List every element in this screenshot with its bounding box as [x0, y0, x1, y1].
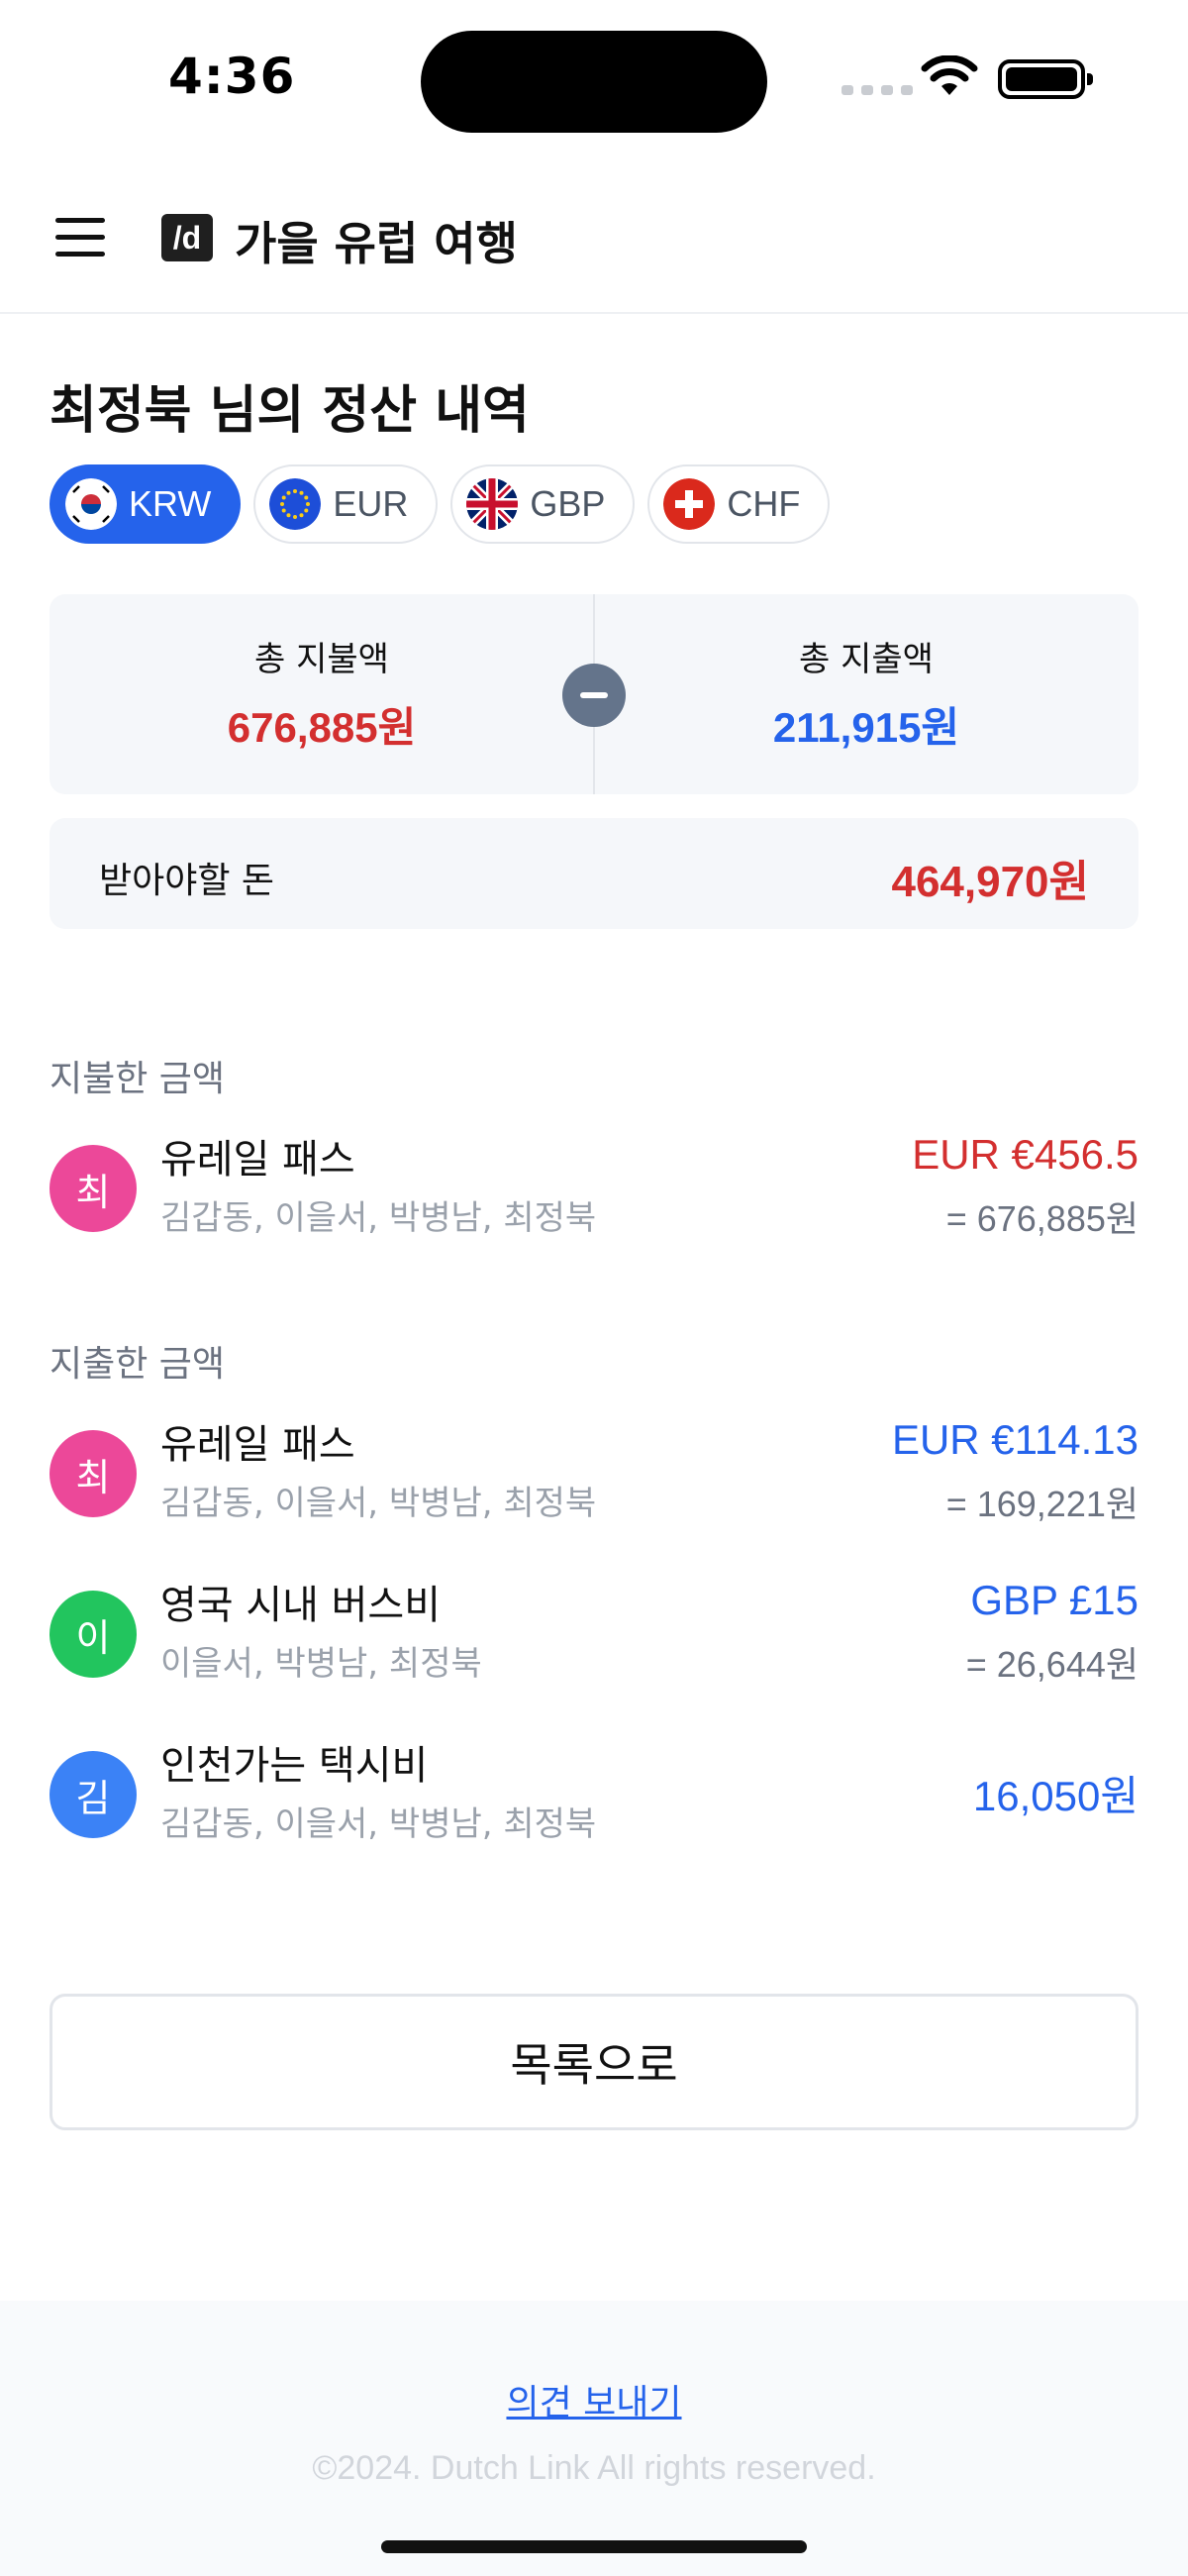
status-bar: 4:36: [0, 0, 1188, 158]
total-spent: 총 지출액 211,915원: [594, 632, 1138, 755]
footer: 의견 보내기 ©2024. Dutch Link All rights rese…: [0, 2301, 1188, 2576]
trip-title: 가을 유럽 여행: [235, 217, 518, 270]
dynamic-island: [421, 31, 767, 133]
expense-converted-amount: = 676,885원: [945, 1198, 1138, 1239]
home-indicator[interactable]: [381, 2540, 807, 2553]
amount-to-receive-value: 464,970원: [891, 858, 1089, 906]
expense-amount: EUR €114.13: [891, 1416, 1138, 1463]
currency-chip-krw[interactable]: KRW: [50, 464, 242, 544]
expense-converted-amount: = 169,221원: [945, 1484, 1138, 1524]
avatar: 최: [50, 1430, 137, 1517]
currency-selector: KRW EUR GBP CHF: [50, 464, 831, 544]
total-paid-value: 676,885원: [227, 704, 417, 751]
total-spent-label: 총 지출액: [799, 640, 934, 679]
amount-to-receive-label: 받아야할 돈: [99, 861, 275, 901]
spent-section-label: 지출한 금액: [50, 1344, 226, 1385]
expense-converted-amount: = 26,644원: [965, 1644, 1138, 1685]
list-item[interactable]: 최 유레일 패스 김갑동, 이을서, 박병남, 최정북 EUR €114.13 …: [50, 1412, 1138, 1531]
expense-members: 김갑동, 이을서, 박병남, 최정북: [160, 1484, 597, 1523]
total-spent-value: 211,915원: [772, 704, 960, 751]
expense-members: 김갑동, 이을서, 박병남, 최정북: [160, 1804, 597, 1844]
expense-amount: EUR €456.5: [912, 1131, 1138, 1178]
list-item[interactable]: 최 유레일 패스 김갑동, 이을서, 박병남, 최정북 EUR €456.5 =…: [50, 1127, 1138, 1246]
paid-section-label: 지불한 금액: [50, 1059, 226, 1099]
currency-code: EUR: [333, 483, 409, 524]
currency-chip-gbp[interactable]: GBP: [450, 464, 636, 544]
total-paid: 총 지불액 676,885원: [50, 632, 594, 755]
currency-chip-chf[interactable]: CHF: [647, 464, 831, 544]
expense-amount: 16,050원: [972, 1773, 1138, 1819]
expense-title: 영국 시내 버스비: [160, 1583, 442, 1628]
wifi-icon: [921, 55, 978, 95]
korea-flag-icon: [65, 478, 117, 530]
swiss-flag-icon: [663, 478, 716, 530]
list-item[interactable]: 이 영국 시내 버스비 이을서, 박병남, 최정북 GBP £15 = 26,6…: [50, 1573, 1138, 1692]
expense-title: 유레일 패스: [160, 1137, 355, 1183]
feedback-link[interactable]: 의견 보내기: [0, 2374, 1188, 2425]
currency-code: GBP: [530, 483, 606, 524]
expense-members: 이을서, 박병남, 최정북: [160, 1644, 482, 1684]
hamburger-menu-icon[interactable]: [55, 218, 107, 258]
currency-code: KRW: [129, 483, 212, 524]
expense-title: 인천가는 택시비: [160, 1743, 429, 1789]
amount-to-receive: 받아야할 돈 464,970원: [50, 818, 1138, 929]
expense-amount: GBP £15: [970, 1577, 1138, 1623]
uk-flag-icon: [466, 478, 519, 530]
page-title: 최정북 님의 정산 내역: [50, 381, 530, 441]
battery-icon: [998, 59, 1093, 99]
avatar: 이: [50, 1591, 137, 1678]
avatar: 최: [50, 1145, 137, 1232]
avatar: 김: [50, 1751, 137, 1838]
cellular-signal-icon: [842, 85, 913, 95]
copyright-text: ©2024. Dutch Link All rights reserved.: [312, 2449, 876, 2487]
summary-card: 총 지불액 676,885원 총 지출액 211,915원: [50, 594, 1138, 794]
total-paid-label: 총 지불액: [254, 640, 389, 679]
eu-flag-icon: [269, 478, 322, 530]
currency-code: CHF: [727, 483, 801, 524]
status-time: 4:36: [168, 48, 296, 105]
back-to-list-button[interactable]: 목록으로: [50, 1994, 1138, 2130]
app-header: /d 가을 유럽 여행: [0, 158, 1188, 314]
app-logo[interactable]: /d: [161, 214, 213, 261]
currency-chip-eur[interactable]: EUR: [253, 464, 439, 544]
expense-title: 유레일 패스: [160, 1422, 355, 1468]
list-item[interactable]: 김 인천가는 택시비 김갑동, 이을서, 박병남, 최정북 16,050원: [50, 1733, 1138, 1852]
expense-members: 김갑동, 이을서, 박병남, 최정북: [160, 1198, 597, 1238]
